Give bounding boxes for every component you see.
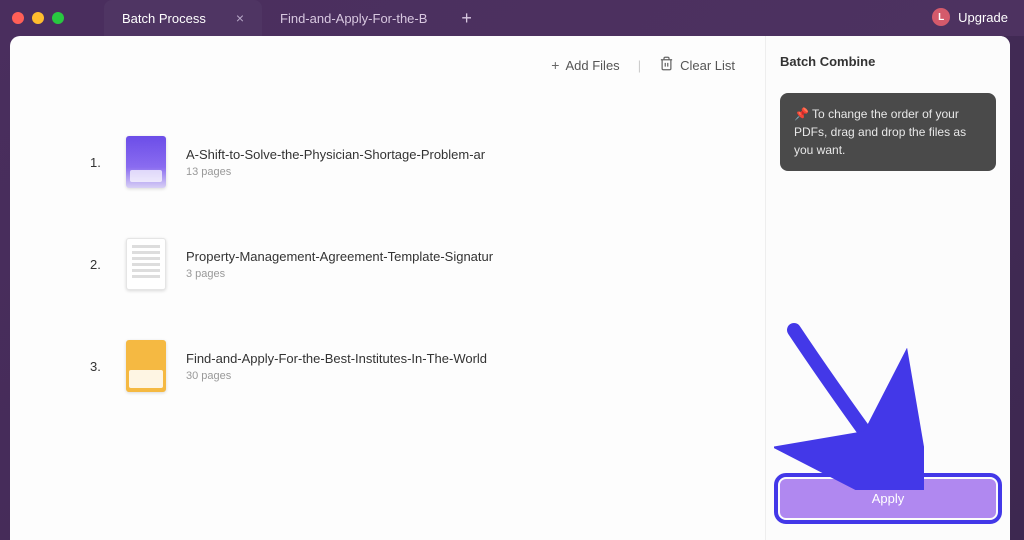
content-area: + Add Files | Clear List 1. A-Shift-to-S… xyxy=(10,36,765,540)
titlebar: Batch Process × Find-and-Apply-For-the-B… xyxy=(0,0,1024,36)
tab-label: Find-and-Apply-For-the-B xyxy=(280,11,427,26)
plus-icon: + xyxy=(461,8,472,29)
file-info: Find-and-Apply-For-the-Best-Institutes-I… xyxy=(186,351,765,382)
close-window-button[interactable] xyxy=(12,12,24,24)
file-number: 2. xyxy=(90,257,106,272)
apply-button[interactable]: Apply xyxy=(780,479,996,518)
minimize-window-button[interactable] xyxy=(32,12,44,24)
main-window: + Add Files | Clear List 1. A-Shift-to-S… xyxy=(10,36,1010,540)
close-icon[interactable]: × xyxy=(236,10,244,26)
tab-batch-process[interactable]: Batch Process × xyxy=(104,0,262,36)
file-name: Find-and-Apply-For-the-Best-Institutes-I… xyxy=(186,351,496,366)
upgrade-button[interactable]: L Upgrade xyxy=(932,8,1008,26)
file-info: A-Shift-to-Solve-the-Physician-Shortage-… xyxy=(186,147,765,178)
file-name: A-Shift-to-Solve-the-Physician-Shortage-… xyxy=(186,147,496,162)
tab-label: Batch Process xyxy=(122,11,206,26)
file-name: Property-Management-Agreement-Template-S… xyxy=(186,249,496,264)
avatar: L xyxy=(932,8,950,26)
file-meta: 30 pages xyxy=(186,370,765,382)
new-tab-button[interactable]: + xyxy=(445,0,488,36)
file-thumbnail xyxy=(126,340,166,392)
trash-icon xyxy=(659,56,674,74)
file-list: 1. A-Shift-to-Solve-the-Physician-Shorta… xyxy=(10,36,765,392)
file-meta: 3 pages xyxy=(186,268,765,280)
toolbar: + Add Files | Clear List xyxy=(551,56,735,74)
list-item[interactable]: 1. A-Shift-to-Solve-the-Physician-Shorta… xyxy=(90,136,765,188)
file-number: 1. xyxy=(90,155,106,170)
tip-box: 📌 To change the order of your PDFs, drag… xyxy=(780,93,996,171)
file-thumbnail xyxy=(126,136,166,188)
sidebar-title: Batch Combine xyxy=(780,54,996,69)
list-item[interactable]: 3. Find-and-Apply-For-the-Best-Institute… xyxy=(90,340,765,392)
divider: | xyxy=(638,58,641,73)
tab-bar: Batch Process × Find-and-Apply-For-the-B… xyxy=(104,0,488,36)
file-thumbnail xyxy=(126,238,166,290)
sidebar: Batch Combine 📌 To change the order of y… xyxy=(765,36,1010,540)
file-info: Property-Management-Agreement-Template-S… xyxy=(186,249,765,280)
plus-icon: + xyxy=(551,57,559,73)
clear-list-label: Clear List xyxy=(680,58,735,73)
clear-list-button[interactable]: Clear List xyxy=(659,56,735,74)
add-files-label: Add Files xyxy=(565,58,619,73)
maximize-window-button[interactable] xyxy=(52,12,64,24)
window-controls xyxy=(12,12,64,24)
list-item[interactable]: 2. Property-Management-Agreement-Templat… xyxy=(90,238,765,290)
tab-find-and-apply[interactable]: Find-and-Apply-For-the-B xyxy=(262,0,445,36)
add-files-button[interactable]: + Add Files xyxy=(551,57,619,73)
upgrade-label: Upgrade xyxy=(958,10,1008,25)
file-number: 3. xyxy=(90,359,106,374)
file-meta: 13 pages xyxy=(186,166,765,178)
